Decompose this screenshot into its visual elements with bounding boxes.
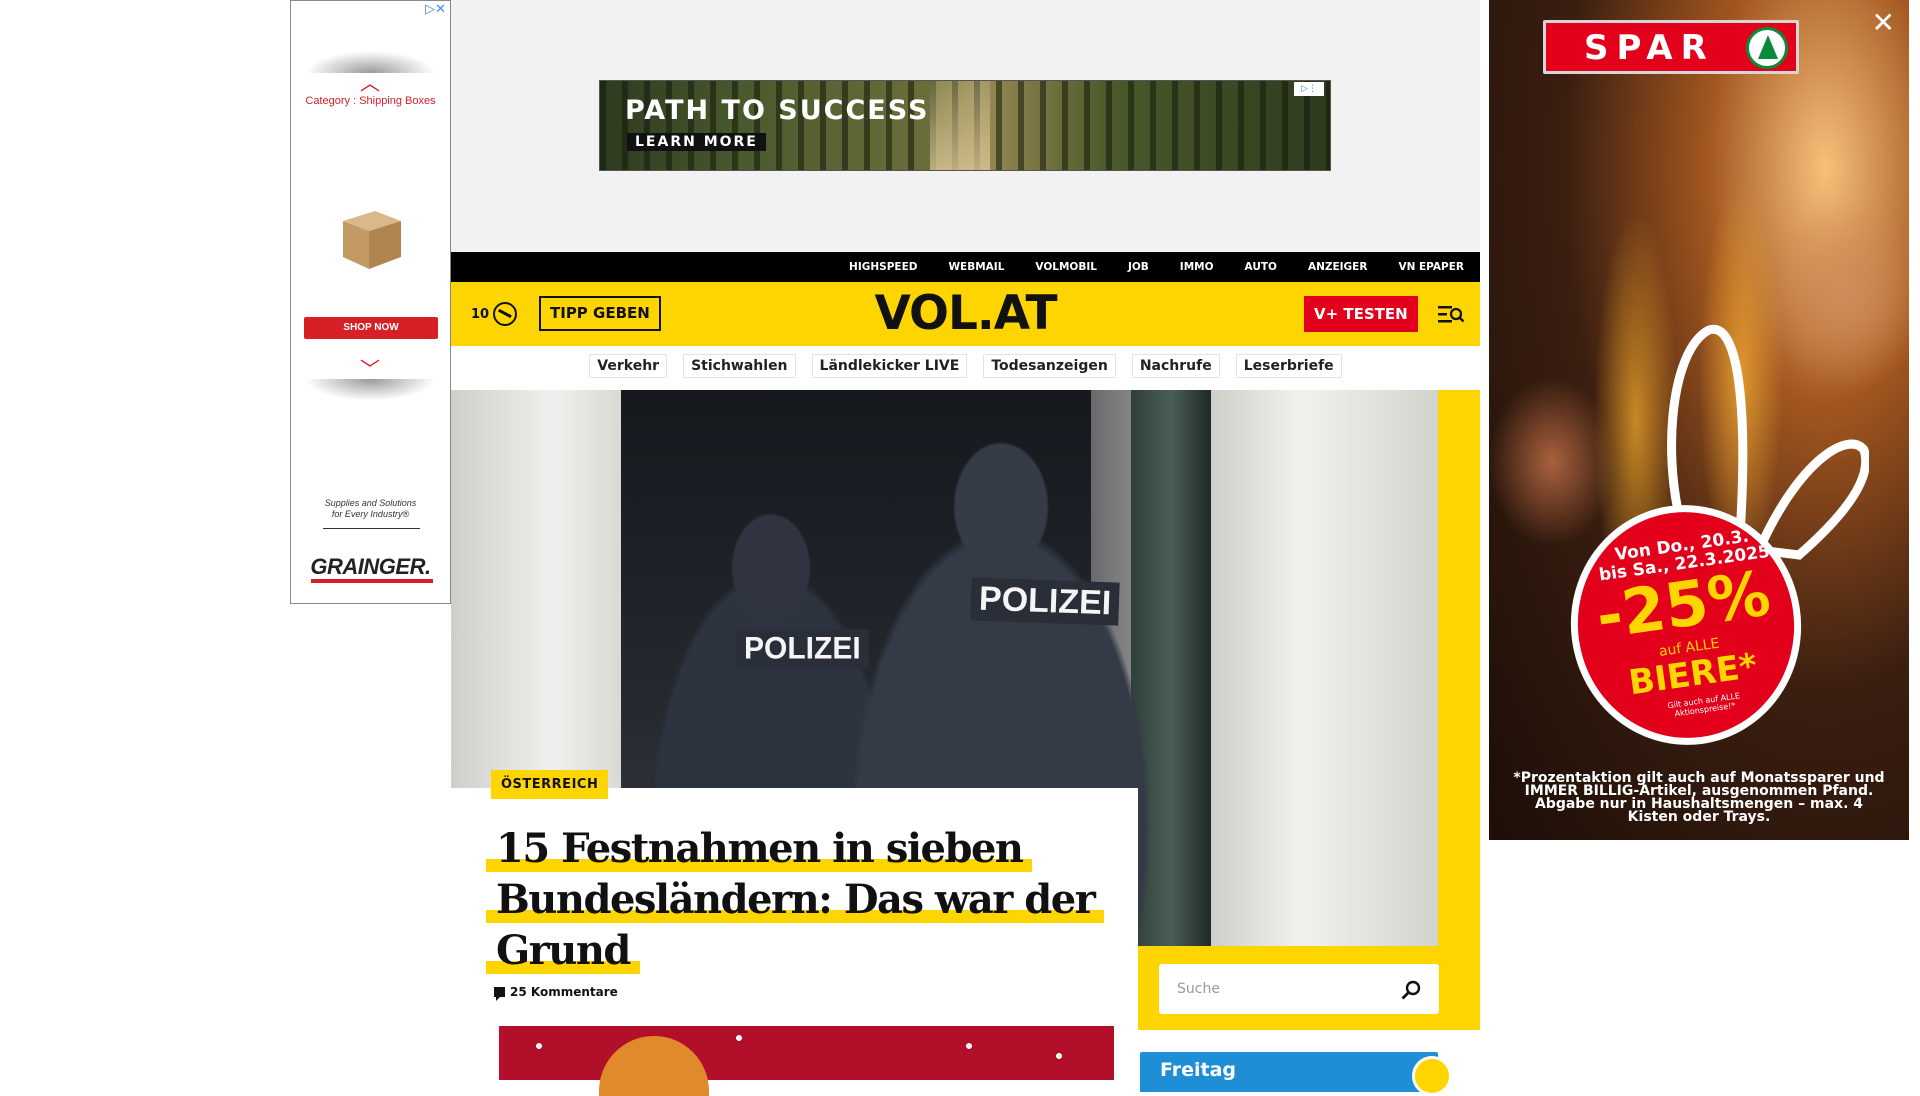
- building-pillar-right: [1211, 390, 1438, 946]
- weather-sun-icon: [1412, 1056, 1452, 1096]
- topic-nachrufe[interactable]: Nachrufe: [1131, 354, 1220, 378]
- topic-todesanzeigen[interactable]: Todesanzeigen: [983, 354, 1116, 378]
- ad-divider: [323, 528, 420, 529]
- ad-tagline-line-1: Supplies and Solutions: [324, 498, 417, 508]
- search-input[interactable]: [1159, 964, 1389, 1014]
- ad-choices-icon[interactable]: ▷✕: [425, 2, 446, 17]
- carousel-shadow-bottom: [305, 379, 436, 401]
- topic-leserbriefe[interactable]: Leserbriefe: [1235, 354, 1342, 378]
- menu-search-icon[interactable]: [1438, 304, 1464, 324]
- service-link-job[interactable]: JOB: [1128, 261, 1149, 273]
- site-header: 10 TIPP GEBEN VOL.AT V+ TESTEN: [451, 282, 1480, 346]
- vest-label-left: POLIZEI: [736, 629, 869, 669]
- spar-logo-text: SPAR: [1584, 28, 1715, 68]
- ad-info-icon[interactable]: ▷⋮: [1294, 82, 1324, 96]
- spar-logo: SPAR: [1543, 20, 1799, 74]
- article-category[interactable]: ÖSTERREICH: [491, 770, 609, 799]
- article-headline-text[interactable]: 15 Festnahmen in sieben Bundesländern: D…: [486, 825, 1105, 974]
- weather-day-label: Freitag: [1160, 1059, 1237, 1081]
- comments-link[interactable]: 25 Kommentare: [494, 985, 618, 1001]
- site-logo[interactable]: VOL.AT: [874, 286, 1057, 341]
- carousel-shadow-top: [305, 51, 436, 73]
- grainger-logo[interactable]: GRAINGER.: [291, 554, 450, 580]
- left-skyscraper-ad[interactable]: ▷✕ ︿ Category : Shipping Boxes SHOP NOW …: [290, 0, 451, 604]
- grainger-logo-stripe: [311, 579, 433, 583]
- service-link-volmobil[interactable]: VOLMOBIL: [1035, 261, 1097, 273]
- search-box: [1159, 964, 1439, 1014]
- chevron-up-icon[interactable]: ︿: [355, 73, 385, 93]
- topic-verkehr[interactable]: Verkehr: [589, 354, 668, 378]
- comments-count: 25 Kommentare: [510, 985, 618, 999]
- vplus-testen-button[interactable]: V+ TESTEN: [1304, 296, 1418, 332]
- service-link-immo[interactable]: IMMO: [1180, 261, 1214, 273]
- temperature-value: 10: [471, 306, 490, 322]
- ad-tagline: Supplies and Solutions for Every Industr…: [291, 498, 450, 520]
- shipping-box-icon: [343, 211, 401, 269]
- ad-disclaimer: *Prozentaktion gilt auch auf Monatsspare…: [1513, 770, 1885, 825]
- comment-icon: [494, 987, 505, 1001]
- spar-sidebar-ad[interactable]: ✕ SPAR Von Do., 20.3. bis Sa., 22.3.2025…: [1489, 0, 1909, 840]
- service-nav-bar: HIGHSPEED WEBMAIL VOLMOBIL JOB IMMO AUTO…: [451, 252, 1480, 282]
- forest-path-image: [930, 81, 990, 170]
- topic-laendlekicker-live[interactable]: Ländlekicker LIVE: [811, 354, 968, 378]
- banner-headline: PATH TO SUCCESS: [625, 95, 930, 126]
- tipp-geben-button[interactable]: TIPP GEBEN: [539, 296, 661, 331]
- ad-category-label: Category : Shipping Boxes: [305, 95, 436, 107]
- close-icon[interactable]: ✕: [1872, 6, 1895, 39]
- weather-day-widget[interactable]: Freitag: [1140, 1052, 1452, 1096]
- learn-more-button[interactable]: LEARN MORE: [627, 133, 766, 151]
- service-link-auto[interactable]: AUTO: [1245, 261, 1277, 273]
- topic-bar: Verkehr Stichwahlen Ländlekicker LIVE To…: [451, 346, 1480, 390]
- person-hair: [599, 1036, 709, 1096]
- service-link-vn-epaper[interactable]: VN EPAPER: [1398, 261, 1464, 273]
- service-link-anzeiger[interactable]: ANZEIGER: [1308, 261, 1367, 273]
- secondary-article-image[interactable]: [499, 1026, 1114, 1096]
- partly-cloudy-icon: [493, 302, 518, 326]
- weather-widget[interactable]: 10: [471, 302, 518, 326]
- shop-now-button[interactable]: SHOP NOW: [304, 317, 438, 339]
- vest-label-right: POLIZEI: [970, 577, 1120, 626]
- lead-article-card: ÖSTERREICH 15 Festnahmen in sieben Bunde…: [451, 770, 1138, 1096]
- search-icon[interactable]: [1401, 980, 1421, 1000]
- service-link-webmail[interactable]: WEBMAIL: [948, 261, 1004, 273]
- topic-stichwahlen[interactable]: Stichwahlen: [683, 354, 796, 378]
- ad-tagline-line-2: for Every Industry®: [331, 509, 410, 519]
- chevron-down-icon[interactable]: ﹀: [355, 359, 385, 379]
- service-link-highspeed[interactable]: HIGHSPEED: [849, 261, 917, 273]
- path-to-success-banner-ad[interactable]: PATH TO SUCCESS LEARN MORE ▷⋮: [599, 80, 1331, 171]
- spar-tree-icon: [1746, 27, 1788, 69]
- article-headline[interactable]: 15 Festnahmen in sieben Bundesländern: D…: [486, 823, 1106, 976]
